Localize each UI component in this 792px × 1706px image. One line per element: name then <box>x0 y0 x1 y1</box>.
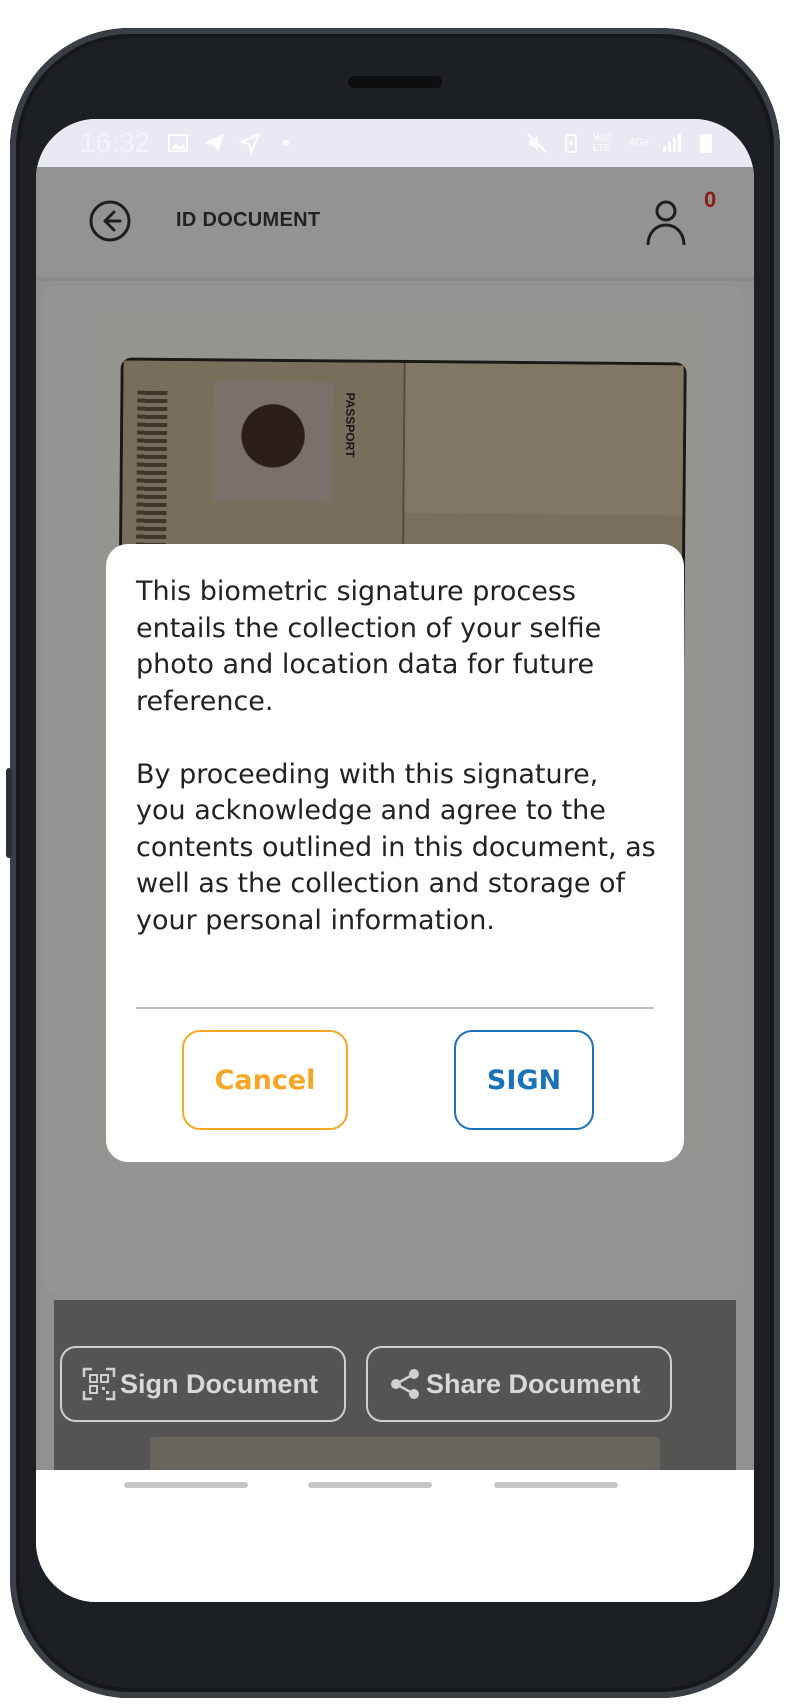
status-icons-right: Vo)) LTE 4G+ <box>525 131 718 155</box>
sign-document-label: Sign Document <box>120 1368 319 1399</box>
dialog-divider <box>136 1007 654 1009</box>
status-icons-left <box>166 131 298 155</box>
navigation-icon <box>238 132 261 155</box>
mute-icon <box>527 133 547 153</box>
signal-icon <box>663 134 681 152</box>
share-document-label: Share Document <box>426 1368 641 1399</box>
earpiece-speaker <box>348 76 442 88</box>
dot-icon <box>283 140 289 146</box>
share-document-button[interactable]: Share Document <box>366 1346 672 1422</box>
status-bar: 16:32 Vo)) LTE 4G+ <box>36 119 754 167</box>
send-icon <box>204 134 224 152</box>
nav-home[interactable] <box>308 1482 432 1488</box>
sign-document-button[interactable]: Sign Document <box>60 1346 346 1422</box>
volte-icon: Vo)) LTE <box>592 132 612 154</box>
nav-back[interactable] <box>494 1482 618 1488</box>
qr-code-icon <box>82 1367 116 1401</box>
status-time: 16:32 <box>80 127 151 158</box>
cancel-button[interactable]: Cancel <box>182 1030 348 1130</box>
biometric-consent-dialog: This biometric signature process entails… <box>106 544 684 1162</box>
share-icon <box>391 1369 419 1399</box>
battery-icon <box>700 134 712 153</box>
phone-side-button <box>6 768 12 858</box>
image-icon <box>168 134 188 152</box>
battery-saver-icon <box>564 134 577 153</box>
dialog-message: This biometric signature process entails… <box>136 576 656 936</box>
network-4g-icon: 4G+ <box>628 137 650 149</box>
nav-recent-apps[interactable] <box>124 1482 248 1488</box>
system-navigation-bar <box>36 1470 754 1602</box>
sign-button[interactable]: SIGN <box>454 1030 594 1130</box>
